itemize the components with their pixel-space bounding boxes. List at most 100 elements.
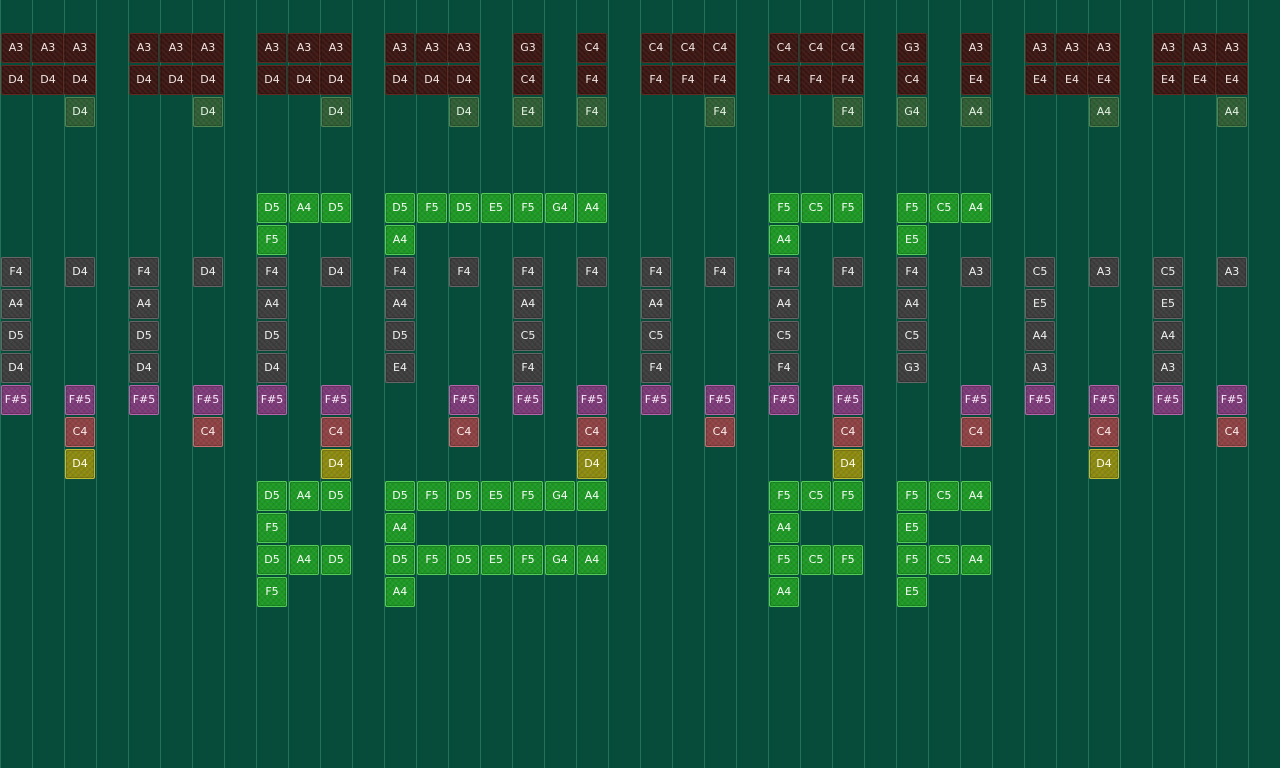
note-block[interactable]: F5	[513, 545, 543, 575]
note-block[interactable]: A3	[192, 33, 224, 63]
note-block[interactable]: F5	[769, 193, 799, 223]
note-block[interactable]: F4	[577, 65, 607, 95]
note-block[interactable]: D5	[385, 481, 415, 511]
note-block[interactable]: A3	[64, 33, 96, 63]
note-block[interactable]: C4	[800, 33, 832, 63]
note-block[interactable]: E5	[897, 577, 927, 607]
note-block[interactable]: A3	[129, 33, 159, 63]
note-block[interactable]: D4	[65, 449, 95, 479]
note-block[interactable]: F4	[577, 257, 607, 287]
note-block[interactable]: C4	[897, 65, 927, 95]
note-block[interactable]: F4	[705, 257, 735, 287]
note-block[interactable]: F5	[417, 545, 447, 575]
note-block[interactable]: A3	[1, 33, 31, 63]
note-block[interactable]: F4	[513, 353, 543, 383]
note-block[interactable]: G3	[897, 353, 927, 383]
note-block[interactable]: G4	[545, 193, 575, 223]
note-block[interactable]: C4	[577, 33, 607, 63]
note-block[interactable]: E5	[481, 481, 511, 511]
note-block[interactable]: F#5	[257, 385, 287, 415]
note-block[interactable]: F4	[577, 97, 607, 127]
note-block[interactable]: F4	[897, 257, 927, 287]
note-block[interactable]: F4	[1, 257, 31, 287]
note-block[interactable]: A3	[961, 257, 991, 287]
note-block[interactable]: F#5	[1089, 385, 1119, 415]
note-block[interactable]: F4	[769, 257, 799, 287]
note-block[interactable]: G3	[513, 33, 543, 63]
note-block[interactable]: G4	[545, 481, 575, 511]
note-block[interactable]: A4	[961, 481, 991, 511]
note-block[interactable]: E5	[481, 545, 511, 575]
note-grid[interactable]: A3 A3 A3 A3 A3 A3 A3 A3 A3 A3 A3 A3 G3 C4 C4 C4 C4 C4 C4 C4…	[0, 0, 1280, 768]
note-block[interactable]: A3	[1089, 257, 1119, 287]
note-block[interactable]: D4	[416, 65, 448, 95]
note-block[interactable]: F5	[417, 481, 447, 511]
note-block[interactable]: F#5	[1217, 385, 1247, 415]
note-block[interactable]: D4	[1089, 449, 1119, 479]
note-block[interactable]: D5	[257, 481, 287, 511]
note-block[interactable]: A3	[257, 33, 287, 63]
note-block[interactable]: C5	[769, 321, 799, 351]
note-block[interactable]: C5	[929, 545, 959, 575]
note-block[interactable]: F5	[513, 481, 543, 511]
note-block[interactable]: D5	[321, 545, 351, 575]
note-block[interactable]: A4	[289, 481, 319, 511]
note-block[interactable]: D5	[321, 193, 351, 223]
note-block[interactable]: F5	[897, 545, 927, 575]
note-block[interactable]: D4	[1, 65, 31, 95]
note-block[interactable]: F4	[641, 353, 671, 383]
note-block[interactable]: A4	[769, 577, 799, 607]
note-block[interactable]: F4	[800, 65, 832, 95]
note-block[interactable]: A4	[961, 545, 991, 575]
note-block[interactable]: G4	[545, 545, 575, 575]
note-block[interactable]: E5	[1025, 289, 1055, 319]
note-block[interactable]: E4	[1153, 65, 1183, 95]
note-block[interactable]: F4	[513, 257, 543, 287]
note-block[interactable]: A3	[385, 33, 415, 63]
note-block[interactable]: A4	[385, 577, 415, 607]
note-block[interactable]: F4	[449, 257, 479, 287]
note-block[interactable]: E4	[513, 97, 543, 127]
note-block[interactable]: F#5	[449, 385, 479, 415]
note-block[interactable]: F#5	[833, 385, 863, 415]
note-block[interactable]: D5	[385, 321, 415, 351]
note-block[interactable]: D4	[257, 65, 287, 95]
note-block[interactable]: E5	[1153, 289, 1183, 319]
note-block[interactable]: F5	[257, 577, 287, 607]
note-block[interactable]: F#5	[705, 385, 735, 415]
note-block[interactable]: A3	[320, 33, 352, 63]
note-block[interactable]: F5	[769, 481, 799, 511]
note-block[interactable]: F#5	[193, 385, 223, 415]
note-block[interactable]: E4	[1216, 65, 1248, 95]
note-block[interactable]: F4	[672, 65, 704, 95]
note-block[interactable]: C5	[929, 193, 959, 223]
note-block[interactable]: C5	[1153, 257, 1183, 287]
note-block[interactable]: G3	[897, 33, 927, 63]
note-block[interactable]: D4	[32, 65, 64, 95]
note-block[interactable]: F5	[833, 193, 863, 223]
note-block[interactable]: D5	[1, 321, 31, 351]
note-block[interactable]: D4	[65, 257, 95, 287]
note-block[interactable]: F4	[129, 257, 159, 287]
note-block[interactable]: D4	[385, 65, 415, 95]
note-block[interactable]: F4	[641, 257, 671, 287]
note-block[interactable]: E4	[1056, 65, 1088, 95]
note-block[interactable]: F5	[513, 193, 543, 223]
note-block[interactable]: A4	[289, 545, 319, 575]
note-block[interactable]: C4	[513, 65, 543, 95]
note-block[interactable]: F#5	[1025, 385, 1055, 415]
note-block[interactable]: C5	[801, 545, 831, 575]
note-block[interactable]: F#5	[1, 385, 31, 415]
note-block[interactable]: A4	[385, 225, 415, 255]
note-block[interactable]: D5	[257, 545, 287, 575]
note-block[interactable]: C4	[704, 33, 736, 63]
note-block[interactable]: A3	[1153, 33, 1183, 63]
note-block[interactable]: C4	[705, 417, 735, 447]
note-block[interactable]: F4	[832, 65, 864, 95]
note-block[interactable]: D4	[321, 97, 351, 127]
note-block[interactable]: C5	[929, 481, 959, 511]
note-block[interactable]: F5	[417, 193, 447, 223]
note-block[interactable]: F4	[704, 65, 736, 95]
note-block[interactable]: F4	[833, 257, 863, 287]
note-block[interactable]: D5	[257, 193, 287, 223]
